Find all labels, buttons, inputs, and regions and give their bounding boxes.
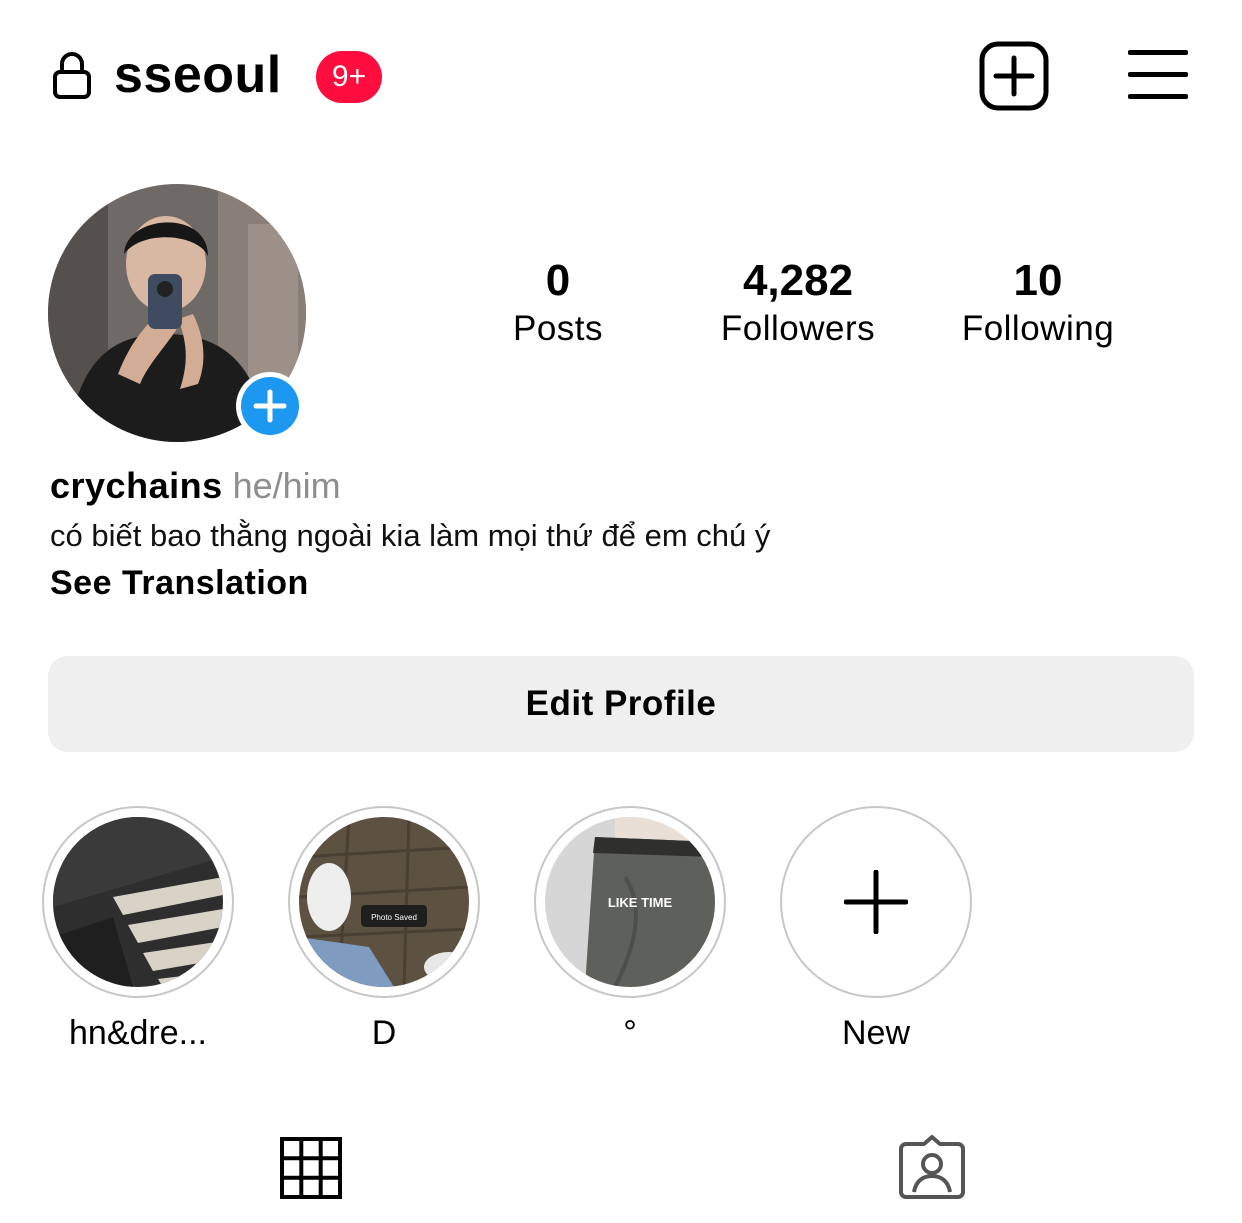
profile-bio: có biết bao thằng ngoài kia làm mọi thứ … (50, 518, 771, 553)
posts-count[interactable]: 0 Posts (448, 255, 668, 351)
menu-button[interactable] (1126, 48, 1190, 102)
like-time-text: LIKE TIME (608, 895, 673, 910)
plus-icon (844, 870, 908, 934)
tagged-person-icon (899, 1135, 965, 1199)
highlight-item[interactable]: Photo Saved D (288, 806, 480, 1054)
account-username[interactable]: sseoul (114, 42, 282, 108)
tab-posts-grid[interactable] (280, 1137, 342, 1199)
plus-icon (253, 389, 287, 423)
highlight-item[interactable]: LIKE TIME ° (534, 806, 726, 1054)
tab-tagged[interactable] (898, 1134, 966, 1200)
followers-value: 4,282 (742, 256, 854, 305)
following-value: 10 (1013, 256, 1063, 305)
profile-name: crychains (50, 465, 223, 506)
highlight-label: ° (623, 1014, 637, 1052)
lock-icon (52, 50, 92, 100)
highlight-item[interactable]: hn&dre... (42, 806, 234, 1054)
highlight-label: D (371, 1014, 397, 1052)
posts-label: Posts (512, 309, 604, 348)
following-count[interactable]: 10 Following (928, 255, 1148, 351)
posts-value: 0 (545, 256, 571, 305)
followers-label: Followers (720, 309, 876, 348)
followers-count[interactable]: 4,282 Followers (688, 255, 908, 351)
highlight-label: hn&dre... (69, 1014, 207, 1052)
highlight-cover: LIKE TIME (545, 817, 715, 987)
see-translation-link[interactable]: See Translation (50, 562, 309, 604)
add-story-button[interactable] (236, 372, 304, 440)
grid-icon (280, 1137, 342, 1199)
hamburger-menu-icon (1128, 50, 1188, 99)
following-label: Following (961, 309, 1115, 348)
create-post-button[interactable] (978, 40, 1050, 112)
new-highlight-button[interactable]: New (780, 806, 972, 1054)
photo-saved-text: Photo Saved (371, 913, 417, 922)
highlight-cover: Photo Saved (299, 817, 469, 987)
notification-badge[interactable]: 9+ (316, 51, 382, 103)
edit-profile-button[interactable]: Edit Profile (48, 656, 1194, 752)
highlight-label: New (841, 1014, 911, 1052)
plus-square-icon (979, 41, 1049, 111)
highlight-cover (53, 817, 223, 987)
profile-pronouns: he/him (232, 465, 341, 506)
profile-name-row: crychains he/him (50, 464, 341, 508)
